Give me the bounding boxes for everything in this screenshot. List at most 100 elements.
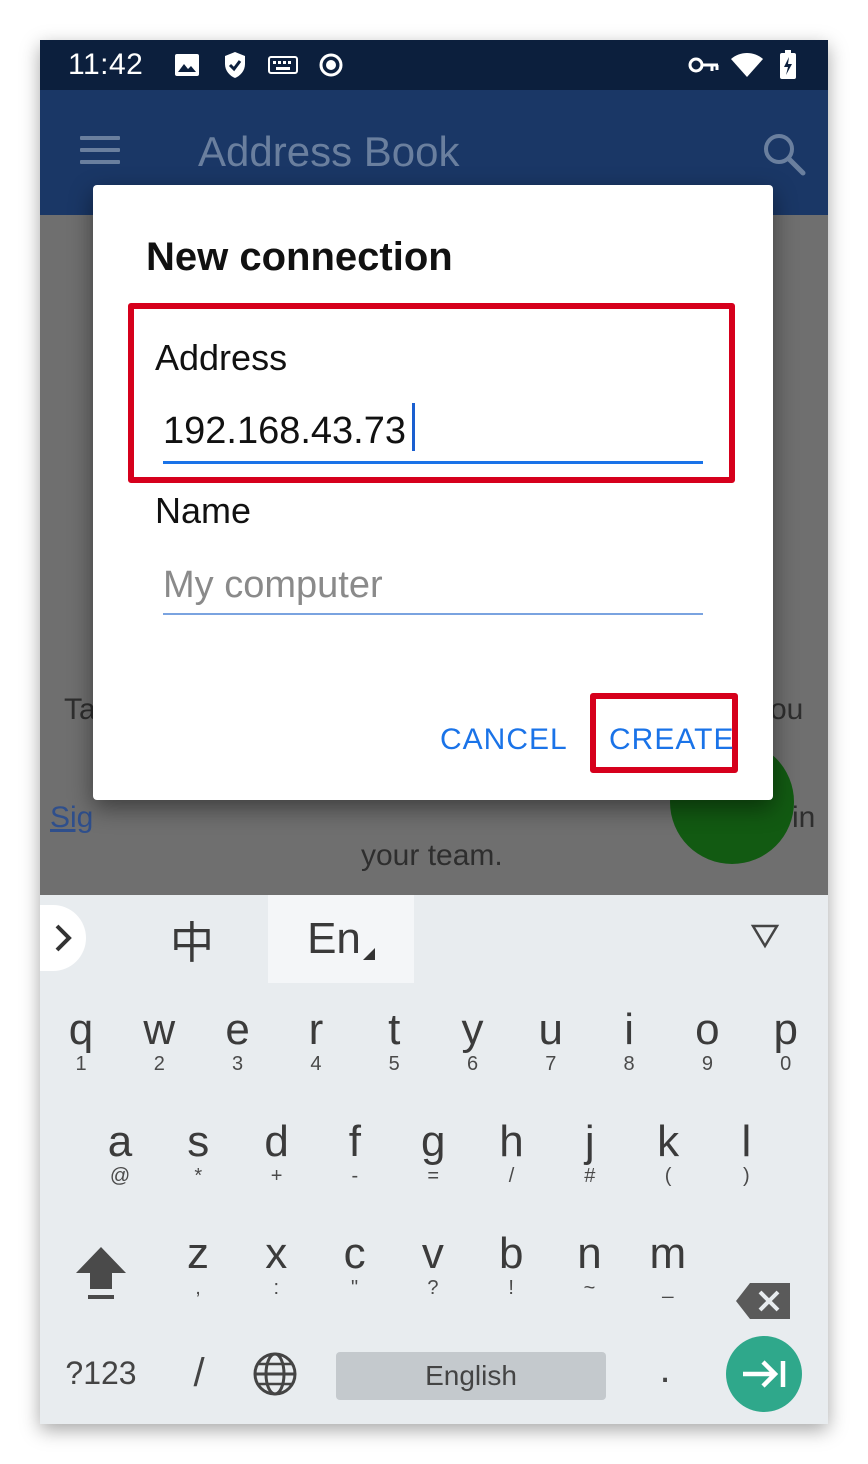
- key-label: j: [584, 1117, 595, 1166]
- key-w[interactable]: w2: [120, 1005, 198, 1076]
- wifi-icon: [730, 52, 764, 78]
- key-secondary-label: =: [427, 1165, 440, 1187]
- keyboard-toolbar: 中 En: [40, 895, 828, 983]
- key-label: s: [187, 1117, 210, 1166]
- key-secondary-label: 2: [153, 1053, 165, 1075]
- key-secondary-label: ): [743, 1165, 750, 1187]
- triangle-down-icon[interactable]: [750, 923, 782, 955]
- key-secondary-label: (: [664, 1165, 672, 1187]
- key-b[interactable]: b!: [472, 1229, 550, 1300]
- key-c[interactable]: c ": [316, 1229, 394, 1300]
- key-secondary-label: 0: [780, 1053, 792, 1075]
- key-label: k: [657, 1117, 680, 1166]
- key-secondary-label: :: [273, 1277, 280, 1299]
- soft-keyboard: 中 En q1w2e3r4t5y6u7i8o9p0 a @ s * d + f - g = h / j #…: [40, 895, 828, 1424]
- key-d[interactable]: d +: [238, 1117, 316, 1188]
- name-label: Name: [155, 490, 252, 531]
- hamburger-menu-icon[interactable]: [80, 136, 120, 168]
- chevron-right-icon[interactable]: [40, 905, 86, 971]
- key-secondary-label: @: [109, 1165, 131, 1187]
- key-label: q: [68, 1005, 94, 1054]
- key-label: c: [343, 1229, 366, 1278]
- key-label: x: [265, 1229, 288, 1278]
- vpn-key-icon: [688, 52, 720, 78]
- key-y[interactable]: y6: [434, 1005, 512, 1076]
- key-label: m: [649, 1229, 687, 1278]
- create-button[interactable]: CREATE: [609, 723, 734, 757]
- key-g[interactable]: g =: [394, 1119, 472, 1188]
- key-secondary-label: 5: [388, 1053, 400, 1075]
- key-label: y: [461, 1005, 484, 1054]
- key-label: d: [264, 1117, 289, 1166]
- key-e[interactable]: e3: [199, 1007, 277, 1076]
- text-cursor: [412, 403, 415, 451]
- key-z[interactable]: z,: [159, 1231, 237, 1300]
- key-q[interactable]: q1: [42, 1005, 120, 1076]
- key-secondary-label: ?: [427, 1277, 439, 1299]
- key-label: l: [741, 1117, 752, 1166]
- phone-screen: 11:42 Address Book Ta ou Sig in your tea…: [40, 40, 828, 1424]
- tab-chinese[interactable]: 中: [116, 895, 268, 983]
- key-secondary-label: !: [508, 1277, 514, 1299]
- key-x[interactable]: x:: [237, 1229, 315, 1300]
- key-n[interactable]: n ~: [551, 1231, 629, 1300]
- background-team-text: your team.: [361, 839, 503, 872]
- symbols-key[interactable]: ?123: [62, 1355, 140, 1392]
- key-label: o: [695, 1005, 720, 1054]
- key-l[interactable]: l): [707, 1117, 785, 1188]
- status-time: 11:42: [68, 48, 144, 81]
- key-secondary-label: #: [584, 1165, 596, 1187]
- cancel-button[interactable]: CANCEL: [440, 723, 568, 757]
- key-secondary-label: /: [508, 1165, 515, 1187]
- key-secondary-label: +: [270, 1165, 283, 1187]
- key-p[interactable]: p0: [747, 1007, 825, 1076]
- period-key[interactable]: .: [626, 1347, 704, 1392]
- key-secondary-label: _: [662, 1277, 674, 1299]
- key-m[interactable]: m _: [629, 1229, 707, 1300]
- key-label: i: [624, 1005, 634, 1054]
- key-label: t: [388, 1005, 401, 1054]
- address-input[interactable]: [163, 403, 703, 459]
- key-f[interactable]: f-: [316, 1119, 394, 1188]
- key-r[interactable]: r4: [277, 1007, 355, 1076]
- spacebar[interactable]: English: [336, 1352, 606, 1400]
- spacebar-label: English: [425, 1360, 517, 1391]
- key-t[interactable]: t5: [355, 1005, 433, 1076]
- image-icon: [174, 52, 200, 78]
- app-title: Address Book: [198, 128, 460, 175]
- key-label: u: [538, 1005, 564, 1054]
- key-u[interactable]: u7: [512, 1005, 590, 1076]
- tab-english[interactable]: En: [268, 895, 414, 983]
- key-s[interactable]: s *: [159, 1117, 237, 1188]
- sign-in-link[interactable]: Sig: [50, 801, 93, 835]
- key-v[interactable]: v?: [394, 1231, 472, 1300]
- address-label: Address: [155, 337, 288, 378]
- address-underline: [163, 461, 703, 464]
- key-i[interactable]: i8: [590, 1005, 668, 1076]
- battery-charging-icon: [778, 50, 798, 79]
- name-input[interactable]: [163, 557, 703, 613]
- key-secondary-label: -: [351, 1165, 359, 1187]
- shield-icon: [224, 52, 246, 78]
- key-secondary-label: 8: [623, 1053, 635, 1075]
- record-icon: [318, 52, 344, 78]
- corner-triangle-icon: [362, 948, 375, 960]
- key-j[interactable]: j #: [551, 1117, 629, 1188]
- globe-icon[interactable]: [252, 1351, 298, 1397]
- search-icon[interactable]: [762, 132, 806, 176]
- key-h[interactable]: h /: [473, 1119, 551, 1188]
- dialog-title: New connection: [146, 235, 453, 279]
- key-secondary-label: ": [351, 1277, 359, 1299]
- tab-english-label: En: [307, 914, 361, 963]
- key-o[interactable]: o9: [668, 1005, 746, 1076]
- slash-key[interactable]: /: [160, 1351, 238, 1396]
- enter-arrow-icon[interactable]: [726, 1336, 802, 1412]
- key-a[interactable]: a @: [81, 1119, 159, 1188]
- status-bar: 11:42: [40, 40, 828, 90]
- key-label: w: [143, 1005, 176, 1054]
- key-k[interactable]: k(: [629, 1117, 707, 1188]
- key-secondary-label: ,: [195, 1277, 201, 1299]
- backspace-icon[interactable]: [736, 1281, 792, 1321]
- shift-icon[interactable]: [74, 1245, 128, 1301]
- key-label: b: [498, 1229, 524, 1278]
